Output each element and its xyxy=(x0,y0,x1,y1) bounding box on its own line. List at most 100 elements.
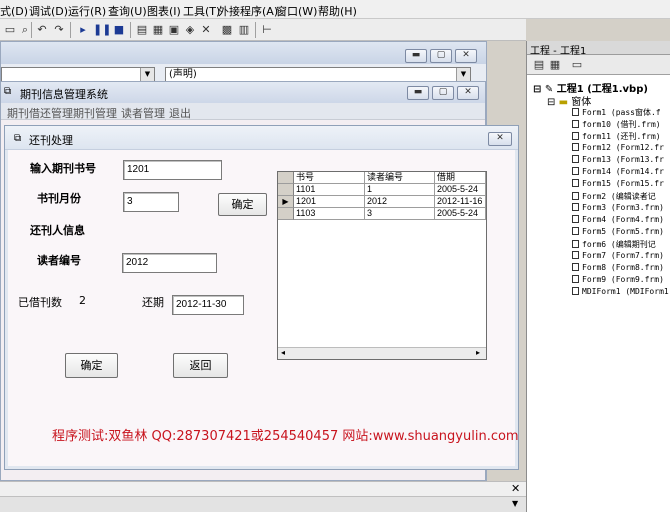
tree-form-item[interactable]: Form9 (Form9.frm) xyxy=(572,275,664,284)
code-close-button[interactable]: ✕ xyxy=(455,49,477,63)
toggle-folders-icon[interactable]: ▭ xyxy=(569,57,585,73)
table-row-cell[interactable]: 1201 xyxy=(294,196,365,208)
confirm-search-button[interactable]: 确定 xyxy=(218,193,267,216)
menu-format[interactable]: 式(D) xyxy=(0,3,28,19)
grid-header-book-no[interactable]: 书号 xyxy=(294,172,365,184)
menu-exit[interactable]: 退出 xyxy=(169,105,191,121)
tree-form-item[interactable]: Form12 (Form12.fr xyxy=(572,143,664,152)
app-titlebar[interactable]: ⧉ 期刊信息管理系统 ▬ ▢ ✕ xyxy=(1,82,485,103)
confirm-button[interactable]: 确定 xyxy=(65,353,118,378)
scroll-right-icon[interactable]: ▸ xyxy=(476,348,480,357)
grid-corner xyxy=(278,172,294,184)
run-icon[interactable]: ▸ xyxy=(75,22,91,38)
stop-icon[interactable]: ■ xyxy=(111,22,127,38)
pause-icon[interactable]: ❚❚ xyxy=(93,22,111,38)
menu-help[interactable]: 帮助(H) xyxy=(318,3,357,19)
tree-form-item[interactable]: Form14 (Form14.fr xyxy=(572,167,664,176)
form-file-icon xyxy=(572,120,579,128)
table-row-cell[interactable]: 3 xyxy=(365,208,435,220)
table-row-cell[interactable]: 2005-5-24 xyxy=(435,184,486,196)
chevron-down-icon[interactable]: ▼ xyxy=(140,68,154,81)
close-icon[interactable]: ✕ xyxy=(511,482,520,495)
view-code-icon[interactable]: ▤ xyxy=(531,57,547,73)
tree-forms-folder[interactable]: ⊟ ▬ 窗体 xyxy=(547,93,591,108)
grid-header-borrow-date[interactable]: 借期 xyxy=(435,172,486,184)
table-row-cell[interactable]: 2012-11-16 xyxy=(435,196,486,208)
loan-records-grid[interactable]: 书号 读者编号 借期 1101 1 2005-5-24 ▶ 1201 2012 … xyxy=(277,171,487,360)
journal-no-input[interactable]: 1201 xyxy=(123,160,222,180)
dialog-close-button[interactable]: ✕ xyxy=(488,132,512,146)
code-minimize-button[interactable]: ▬ xyxy=(405,49,427,63)
borrowed-count-label: 已借刊数 xyxy=(18,296,62,309)
tree-form-item[interactable]: form11 (还刊.frm) xyxy=(572,131,661,142)
tree-form-item[interactable]: Form2 (编辑读者记 xyxy=(572,191,656,202)
menu-diagram[interactable]: 图表(I) xyxy=(147,3,181,19)
project-explorer: 工程 - 工程1 ▤ ▦ ▭ ⊟ ✎ 工程1 (工程1.vbp) ⊟ ▬ 窗体 … xyxy=(526,41,670,512)
table-row-cell[interactable]: 2012 xyxy=(365,196,435,208)
toolbox-icon[interactable]: ✕ xyxy=(198,22,214,38)
component-manager-icon[interactable]: ▥ xyxy=(236,22,252,38)
properties-icon[interactable]: ▦ xyxy=(150,22,166,38)
redo-icon[interactable]: ↷ xyxy=(51,22,67,38)
procedure-combo[interactable]: (声明) ▼ xyxy=(165,67,471,82)
menu-journal-manage[interactable]: 期刊管理 xyxy=(73,105,117,121)
tree-form-item[interactable]: MDIForm1 (MDIForm1 xyxy=(572,287,669,296)
tree-form-item[interactable]: Form8 (Form8.frm) xyxy=(572,263,664,272)
reader-no-input[interactable]: 2012 xyxy=(122,253,217,273)
object-browser-icon[interactable]: ◈ xyxy=(182,22,198,38)
scroll-down-icon[interactable]: ▼ xyxy=(512,499,518,508)
position-icon: ⊢ xyxy=(262,23,272,36)
form-file-icon xyxy=(572,240,579,248)
table-row-cell[interactable]: 1101 xyxy=(294,184,365,196)
form-layout-icon[interactable]: ▣ xyxy=(166,22,182,38)
menu-journal-loans[interactable]: 期刊借还管理 xyxy=(7,105,73,121)
tree-form-item[interactable]: Form7 (Form7.frm) xyxy=(572,251,664,260)
tree-form-item[interactable]: Form5 (Form5.frm) xyxy=(572,227,664,236)
journal-no-label: 输入期刊书号 xyxy=(30,162,96,175)
grid-row-selector[interactable] xyxy=(278,184,294,196)
data-view-icon[interactable]: ▩ xyxy=(219,22,235,38)
tree-collapse-icon[interactable]: ⊟ xyxy=(547,97,555,108)
grid-header-reader-no[interactable]: 读者编号 xyxy=(365,172,435,184)
menu-query[interactable]: 查询(U) xyxy=(108,3,147,19)
code-maximize-button[interactable]: ▢ xyxy=(430,49,452,63)
ide-horizontal-scrollbar[interactable]: ▼ xyxy=(0,496,526,512)
app-maximize-button[interactable]: ▢ xyxy=(432,86,454,100)
copy-icon[interactable]: ▭ xyxy=(2,22,18,38)
tree-form-item[interactable]: Form3 (Form3.frm) xyxy=(572,203,664,212)
return-person-label: 还刊人信息 xyxy=(30,224,85,237)
grid-horizontal-scrollbar[interactable]: ◂ ▸ xyxy=(278,347,486,359)
menu-window[interactable]: 窗口(W) xyxy=(276,3,317,19)
tree-form-item[interactable]: Form15 (Form15.fr xyxy=(572,179,664,188)
journal-month-input[interactable]: 3 xyxy=(123,192,179,212)
chevron-down-icon[interactable]: ▼ xyxy=(456,68,470,81)
menu-debug[interactable]: 调试(D) xyxy=(29,3,68,19)
due-date-input[interactable]: 2012-11-30 xyxy=(172,295,244,315)
app-close-button[interactable]: ✕ xyxy=(457,86,479,100)
tree-collapse-icon[interactable]: ⊟ xyxy=(533,84,541,95)
tree-form-item[interactable]: form10 (借刊.frm) xyxy=(572,119,661,130)
table-row-cell[interactable]: 2005-5-24 xyxy=(435,208,486,220)
current-row-arrow-icon[interactable]: ▶ xyxy=(278,196,294,208)
menu-reader-manage[interactable]: 读者管理 xyxy=(121,105,165,121)
menu-addins[interactable]: 外接程序(A) xyxy=(218,3,278,19)
back-button[interactable]: 返回 xyxy=(173,353,228,378)
menu-run[interactable]: 运行(R) xyxy=(68,3,106,19)
tree-form-item[interactable]: form6 (编辑期刊记 xyxy=(572,239,656,250)
menu-tools[interactable]: 工具(T) xyxy=(183,3,220,19)
tree-form-item[interactable]: Form1 (pass窗体.f xyxy=(572,107,661,118)
table-row-cell[interactable]: 1 xyxy=(365,184,435,196)
table-row-cell[interactable]: 1103 xyxy=(294,208,365,220)
scroll-left-icon[interactable]: ◂ xyxy=(281,348,285,357)
undo-icon[interactable]: ↶ xyxy=(34,22,50,38)
project-explorer-icon[interactable]: ▤ xyxy=(134,22,150,38)
view-object-icon[interactable]: ▦ xyxy=(547,57,563,73)
form-file-icon xyxy=(572,263,579,271)
tree-form-item[interactable]: Form13 (Form13.fr xyxy=(572,155,664,164)
object-combo[interactable]: ▼ xyxy=(1,67,155,82)
dialog-titlebar[interactable]: ⧉ 还刊处理 ✕ xyxy=(5,126,518,150)
grid-row-selector[interactable] xyxy=(278,208,294,220)
project-explorer-titlebar[interactable]: 工程 - 工程1 xyxy=(527,41,670,57)
app-minimize-button[interactable]: ▬ xyxy=(407,86,429,100)
tree-form-item[interactable]: Form4 (Form4.frm) xyxy=(572,215,664,224)
